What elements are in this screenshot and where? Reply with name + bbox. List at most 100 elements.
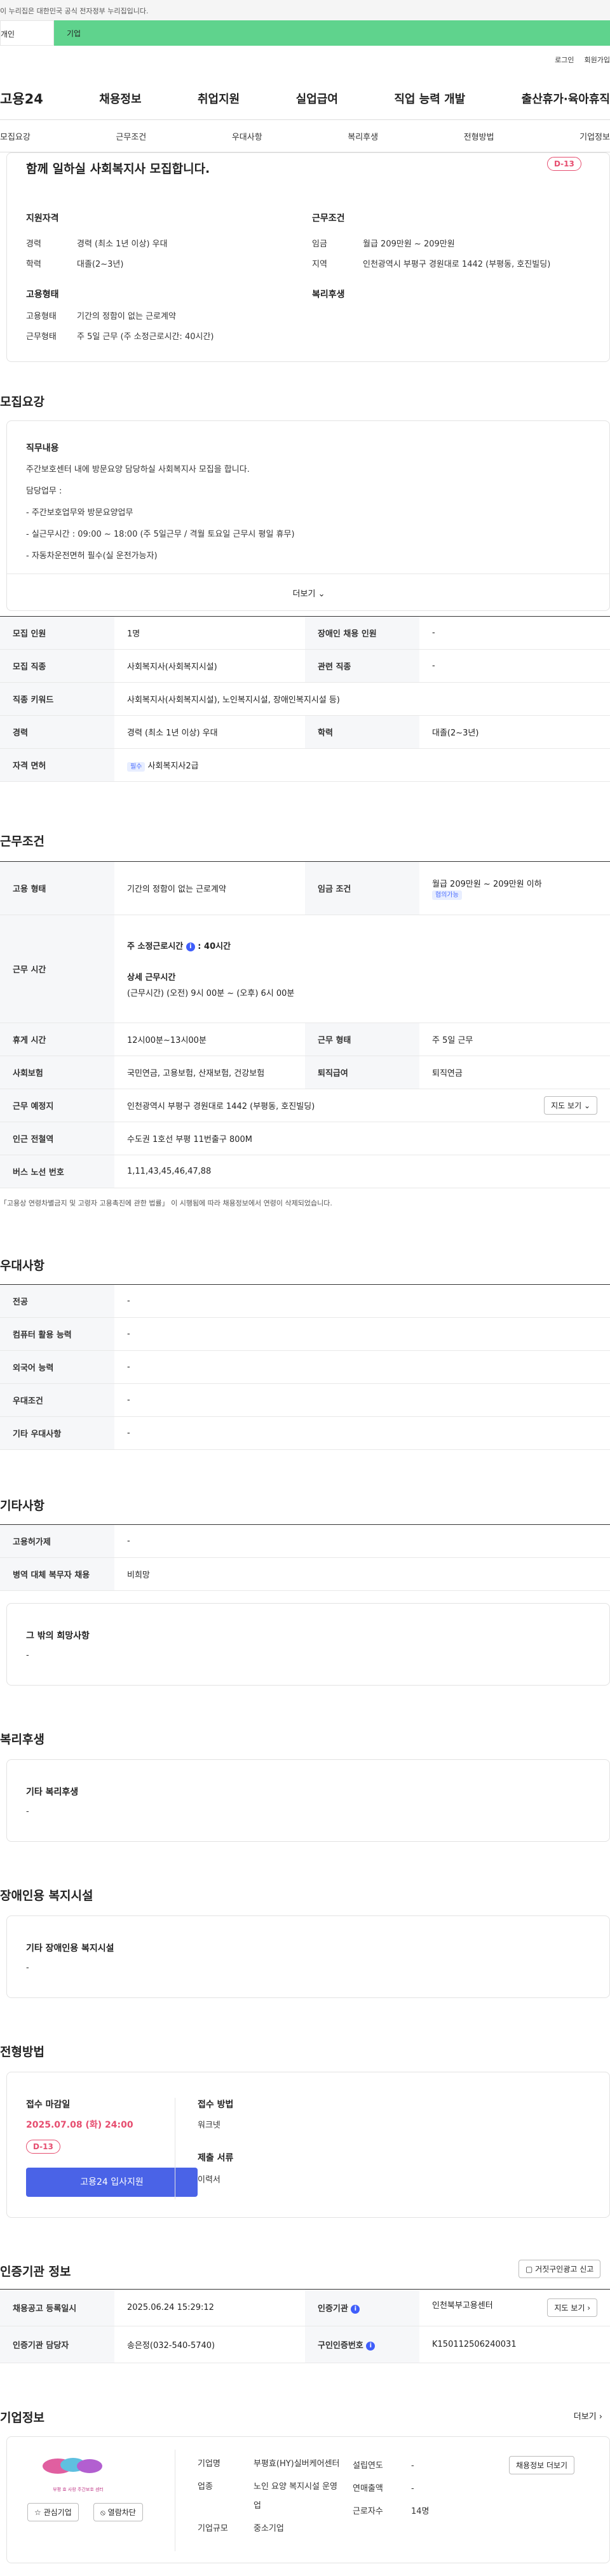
disabled-box: 기타 장애인용 복지시설 - (6, 1915, 610, 1998)
docs-label: 제출 서류 (198, 2153, 234, 2163)
tab-company[interactable]: 기업 (54, 20, 610, 46)
job-desc-title: 직무내용 (26, 443, 59, 453)
emp-title: 고용형태 (26, 290, 59, 300)
table-row: 채용공고 등록일시 2025.06.24 15:29:12 인증기관 i 인천북부고용… (0, 2289, 610, 2326)
company-heading: 기업정보 (0, 2411, 44, 2425)
required-chip: 필수 (127, 762, 146, 772)
company-info-left: 기업명 부평효(HY)실버케어센터 업종 노인 요양 복지시설 운영업 기업규모 중소… (198, 2459, 340, 2533)
gnb-item-support[interactable]: 취업지원 (198, 90, 240, 107)
company-card: 부평 효 사랑 주간보호 센터 ☆ 관심기업 ⦸ 열람차단 기업명 부평효(HY)… (6, 2436, 610, 2563)
star-icon: ☆ (34, 2508, 41, 2517)
table-row: 근무 예정지 인천광역시 부평구 경원대로 1442 (부평동, 호진빌딩) 지도 … (0, 1089, 610, 1122)
table-row: 우대조건 - (0, 1383, 610, 1417)
work-table: 고용 형태 기간의 정함이 없는 근로계약 임금 조건 월급 209만원 ~ 209만… (0, 861, 610, 1188)
info-icon: i (351, 2304, 360, 2314)
table-row: 근무 시간 주 소정근로시간 i : 40시간 상세 근무시간 (근무시간) (오전)… (0, 915, 610, 1023)
tab-recruit[interactable]: 모집요강 (0, 130, 30, 142)
gnb-item-jobs[interactable]: 채용정보 (99, 90, 141, 107)
selection-heading: 전형방법 (0, 2045, 44, 2059)
deadline-label: 접수 마감일 (26, 2100, 71, 2110)
gov-banner-text: 이 누리집은 대한민국 공식 전자정부 누리집입니다. (0, 7, 149, 15)
gnb-item-unemployment[interactable]: 실업급여 (296, 90, 338, 107)
table-row: 휴게 시간 12시00분~13시00분 근무 형태 주 5일 근무 (0, 1023, 610, 1056)
chevron-down-icon: ⌄ (318, 589, 325, 599)
gnb-item-leave[interactable]: 출산휴가·육아휴직 (522, 90, 610, 107)
login-link[interactable]: 로그인 (555, 56, 574, 64)
cond-title: 근무조건 (312, 213, 345, 224)
tab-selection[interactable]: 전형방법 (464, 130, 494, 142)
global-nav: 고용24 채용정보 취업지원 실업급여 직업 능력 개발 출산휴가·육아휴직 (0, 89, 610, 108)
site-logo[interactable]: 고용24 (0, 89, 43, 108)
table-row: 고용허가제 - (0, 1524, 610, 1558)
table-row: 자격 면허 필수 사회복지사2급 (0, 748, 610, 782)
table-row: 인증기관 담당자 송은정(032-540-5740) 구인인증번호 i K150112… (0, 2326, 610, 2363)
agency-heading: 인증기관 정보 (0, 2265, 71, 2279)
company-logo: 부평 효 사랑 주간보호 센터 (34, 2455, 123, 2492)
work-heading: 근무조건 (0, 835, 44, 849)
tab-welfare[interactable]: 복리후생 (348, 130, 378, 142)
method-value: 워크넷 (198, 2121, 220, 2130)
table-row: 컴퓨터 활용 능력 - (0, 1317, 610, 1351)
age-note: 「고용상 연령차별금지 및 고령자 고용촉진에 관한 법률」 이 시행됨에 따라… (0, 1199, 332, 1207)
tab-individual[interactable]: 개인 (0, 20, 54, 46)
qual-list: 경력 경력 (최소 1년 이상) 우대 학력 대졸(2~3년) (26, 239, 168, 269)
info-icon: i (366, 2341, 376, 2351)
table-row: 고용 형태 기간의 정함이 없는 근로계약 임금 조건 월급 209만원 ~ 209만… (0, 861, 610, 915)
table-row: 버스 노선 번호 1,11,43,45,46,47,88 (0, 1155, 610, 1188)
block-icon: ⦸ (100, 2508, 105, 2517)
company-more-link[interactable]: 더보기 › (574, 2410, 602, 2422)
table-row: 모집 직종 사회복지사(사회복지시설) 관련 직종 - (0, 649, 610, 683)
report-button[interactable]: ▢ 거짓구인광고 신고 (518, 2260, 601, 2278)
table-row: 사회보험 국민연금, 고용보험, 산재보험, 건강보험 퇴직급여 퇴직연금 (0, 1056, 610, 1089)
map-button[interactable]: 지도 보기 ⌄ (544, 1096, 597, 1115)
user-type-tabs: 개인 기업 (0, 20, 610, 46)
emp-list: 고용형태 기간의 정함이 없는 근로계약 근무형태 주 5일 근무 (주 소정근로시… (26, 312, 214, 342)
section-nav: 모집요강 근무조건 우대사항 복리후생 전형방법 기업정보 (0, 119, 610, 152)
pref-table: 전공 - 컴퓨터 활용 능력 - 외국어 능력 - 우대조건 - 기타 우대사항 - (0, 1284, 610, 1450)
utility-links: 로그인 회원가입 (545, 55, 610, 65)
info-icon: i (186, 942, 195, 951)
welfare-title: 복리후생 (312, 290, 345, 300)
deadline-value: 2025.07.08 (화) 24:00 (26, 2120, 133, 2130)
pref-heading: 우대사항 (0, 1259, 44, 1273)
welfare-box-value: - (26, 1807, 29, 1816)
negotiable-chip: 협의가능 (432, 890, 462, 900)
docs-value: 이력서 (198, 2175, 220, 2185)
tab-conditions[interactable]: 근무조건 (116, 130, 146, 142)
welfare-heading: 복리후생 (0, 1733, 44, 1747)
table-row: 경력 경력 (최소 1년 이상) 우대 학력 대졸(2~3년) (0, 715, 610, 749)
cond-list: 임금 월급 209만원 ~ 209만원 지역 인천광역시 부평구 경원대로 1442… (312, 239, 551, 269)
table-row: 전공 - (0, 1284, 610, 1318)
table-row: 직종 키워드 사회복지사(사회복지시설), 노인복지시설, 장애인복지시설 등) (0, 682, 610, 716)
welfare-box-title: 기타 복리후생 (26, 1787, 79, 1797)
job-desc-text: 주간보호센터 내에 방문요양 담당하실 사회복지사 모집을 합니다. 담당업무 :… (26, 465, 295, 561)
tab-preferences[interactable]: 우대사항 (232, 130, 262, 142)
signup-link[interactable]: 회원가입 (585, 56, 610, 64)
gnb-item-training[interactable]: 직업 능력 개발 (394, 90, 465, 107)
table-row: 외국어 능력 - (0, 1350, 610, 1384)
table-row: 모집 인원 1명 장애인 채용 인원 - (0, 616, 610, 650)
report-icon: ▢ (525, 2265, 533, 2274)
map-button[interactable]: 지도 보기 › (547, 2298, 597, 2317)
company-info-right: 설립연도 - 연매출액 - 근로자수 14명 (353, 2461, 430, 2516)
more-button[interactable]: 더보기 ⌄ (7, 574, 610, 610)
table-row: 병역 대체 복무자 채용 비희망 (0, 1557, 610, 1591)
company-jobs-button[interactable]: 채용정보 더보기 (509, 2456, 575, 2474)
qual-title: 지원자격 (26, 213, 59, 224)
block-company-button[interactable]: ⦸ 열람차단 (93, 2503, 143, 2521)
table-row: 기타 우대사항 - (0, 1416, 610, 1450)
welfare-box: 기타 복리후생 - (6, 1759, 610, 1842)
disabled-heading: 장애인용 복지시설 (0, 1889, 93, 1903)
method-label: 접수 방법 (198, 2100, 234, 2110)
favorite-company-button[interactable]: ☆ 관심기업 (27, 2503, 79, 2521)
etc-heading: 기타사항 (0, 1499, 44, 1513)
etc-box-value: - (26, 1651, 29, 1660)
dday-badge: D-13 (547, 157, 581, 171)
selection-box: 접수 마감일 2025.07.08 (화) 24:00 D-13 고용24 입사… (6, 2072, 610, 2218)
job-title: 함께 일하실 사회복지사 모집합니다. (26, 162, 210, 176)
disabled-box-title: 기타 장애인용 복지시설 (26, 1943, 114, 1954)
tab-company[interactable]: 기업정보 (580, 130, 610, 142)
apply-button[interactable]: 고용24 입사지원 (26, 2168, 198, 2197)
recruit-heading: 모집요강 (0, 395, 44, 409)
disabled-box-value: - (26, 1963, 29, 1973)
